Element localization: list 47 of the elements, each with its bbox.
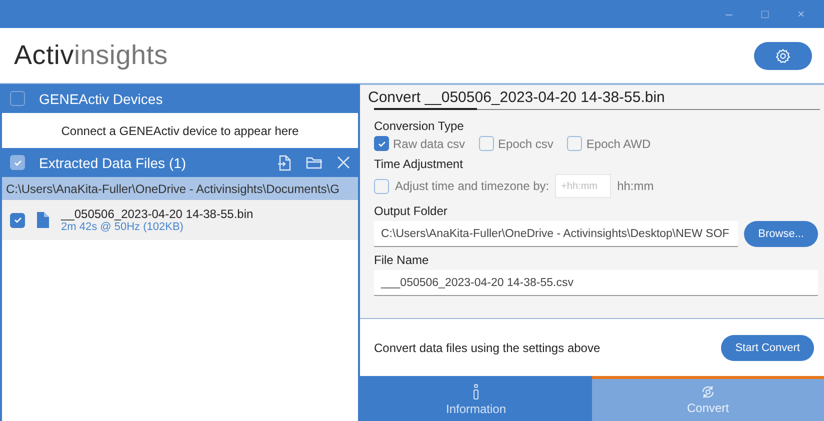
section-label: Time Adjustment bbox=[374, 157, 464, 171]
checkmark-icon bbox=[376, 138, 386, 148]
adjust-checkbox[interactable] bbox=[374, 178, 389, 194]
folder-icon[interactable] bbox=[306, 156, 323, 170]
devices-checkbox[interactable] bbox=[10, 91, 25, 106]
section-label: Conversion Type bbox=[374, 119, 465, 133]
extracted-checkbox[interactable] bbox=[10, 155, 25, 170]
tab[interactable]: Convert bbox=[592, 376, 824, 421]
checkmark-icon bbox=[12, 158, 22, 168]
extracted-title: Extracted Data Files (1) bbox=[39, 154, 188, 170]
section-label: Output Folder bbox=[374, 204, 448, 218]
logo: Activinsights bbox=[14, 40, 168, 71]
section-label: File Name bbox=[374, 253, 430, 267]
file-item[interactable]: __050506_2023-04-20 14-38-55.bin 2m 42s @ 50Hz (102KB) bbox=[2, 200, 358, 240]
option-label: Adjust time and timezone by: bbox=[395, 179, 550, 193]
option-checkbox[interactable] bbox=[479, 136, 494, 151]
empty-message: Connect a GENEActiv device to appear here bbox=[61, 124, 299, 138]
file-details: 2m 42s @ 50Hz (102KB) bbox=[61, 221, 184, 233]
browse-button[interactable]: Browse... bbox=[744, 221, 818, 247]
option-label: Epoch AWD bbox=[586, 136, 651, 150]
folder-path: C:\Users\AnaKita-Fuller\OneDrive - Activinsights\Documents\G bbox=[2, 177, 358, 200]
output-folder-field[interactable]: C:\Users\AnaKita-Fuller\OneDrive - Activinsights\Desktop\NEW SOF bbox=[374, 221, 738, 247]
option-label: Epoch csv bbox=[498, 136, 554, 150]
option-checkbox[interactable] bbox=[567, 136, 582, 151]
info-icon bbox=[473, 384, 479, 400]
unit-label: hh:mm bbox=[617, 179, 654, 193]
maximize-button[interactable]: □ bbox=[748, 7, 782, 21]
checkmark-icon bbox=[12, 215, 22, 225]
tab[interactable]: Information bbox=[360, 376, 592, 421]
option-label: Raw data csv bbox=[393, 136, 466, 150]
devices-title: GENEActiv Devices bbox=[39, 90, 164, 106]
file-icon bbox=[37, 212, 49, 228]
panel-title: Convert __050506_2023-04-20 14-38-55.bin bbox=[367, 88, 666, 106]
settings-button[interactable] bbox=[754, 42, 812, 70]
file-checkbox[interactable] bbox=[10, 212, 25, 228]
settings-icon bbox=[775, 48, 791, 64]
minimize-button[interactable]: – bbox=[712, 7, 746, 21]
convert-icon bbox=[701, 385, 715, 399]
file-import-icon[interactable] bbox=[277, 154, 292, 170]
footer-text: Convert data files using the settings above bbox=[374, 340, 600, 354]
file-name-field[interactable]: ___050506_2023-04-20 14-38-55.csv bbox=[374, 270, 818, 296]
close-button[interactable]: × bbox=[784, 7, 818, 21]
start-convert-button[interactable]: Start Convert bbox=[721, 334, 814, 360]
time-offset-field[interactable]: +hh:mm bbox=[555, 174, 612, 198]
file-name: __050506_2023-04-20 14-38-55.bin bbox=[61, 207, 254, 221]
option-checkbox[interactable] bbox=[374, 136, 389, 151]
close-icon[interactable] bbox=[337, 156, 350, 169]
